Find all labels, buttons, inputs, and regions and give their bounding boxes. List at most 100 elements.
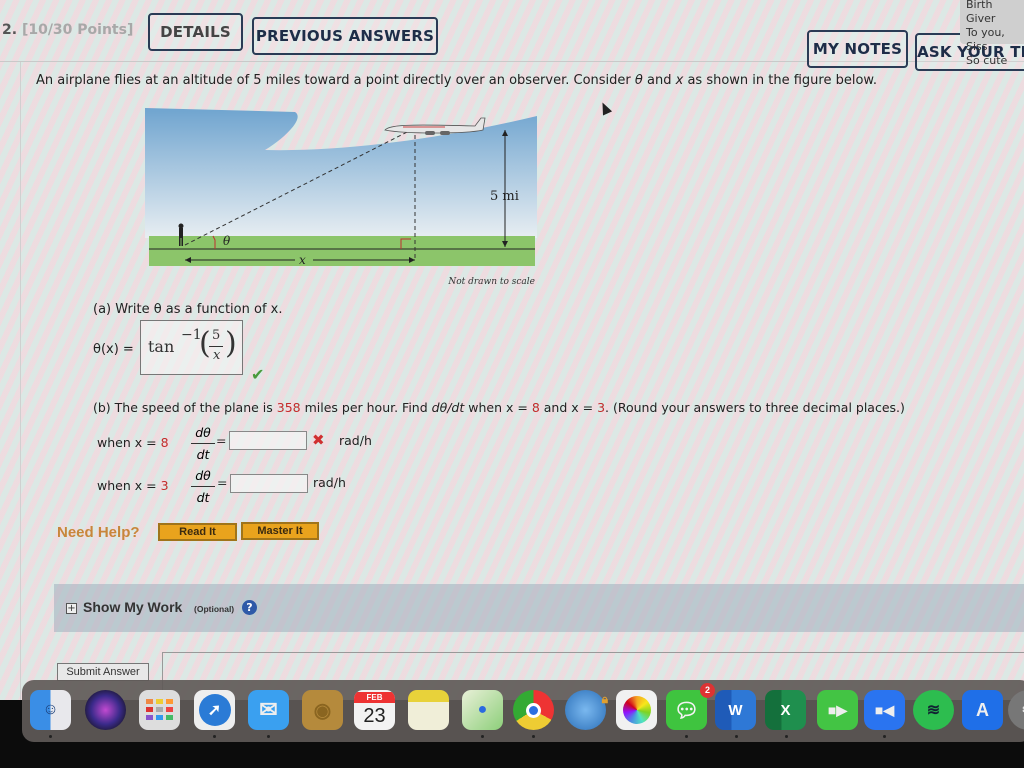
running-indicator	[685, 735, 688, 738]
running-indicator	[785, 735, 788, 738]
show-my-work-title[interactable]: Show My Work	[83, 599, 182, 615]
fraction-bar	[209, 346, 223, 347]
details-button[interactable]: DETAILS	[148, 13, 243, 51]
fraction-numerator: dθ	[195, 425, 211, 440]
correct-check-icon: ✔	[251, 365, 265, 384]
theta-label: θ	[223, 234, 231, 248]
part-a-label: (a) Write θ as a function of x.	[93, 302, 283, 317]
equals-sign: =	[217, 475, 228, 490]
calendar-month: FEB	[354, 691, 395, 703]
fraction-denominator: dt	[196, 490, 210, 505]
notification-banner[interactable]: Birth Giver To you, Siss So cute	[960, 0, 1024, 67]
part-b-text: when x =	[464, 400, 532, 415]
master-it-button[interactable]: Master It	[241, 522, 319, 540]
notification-title: Birth Giver	[966, 0, 996, 25]
running-indicator	[883, 735, 886, 738]
answer-tan: tan	[148, 337, 175, 356]
part-b-text: . (Round your answers to three decimal p…	[605, 400, 905, 415]
messages-icon[interactable]: 💬︎ 2	[666, 683, 715, 730]
running-indicator	[532, 735, 535, 738]
finder-icon[interactable]: ☺	[30, 690, 71, 730]
app-store-icon[interactable]: A	[962, 690, 1003, 730]
running-indicator	[481, 735, 484, 738]
maps-icon[interactable]: ●	[462, 690, 503, 730]
part-b-text: and x =	[539, 400, 598, 415]
read-it-button[interactable]: Read It	[158, 523, 237, 541]
prompt-text: An airplane flies at an altitude of 5 mi…	[36, 73, 635, 88]
right-paren: )	[225, 326, 237, 361]
part-a-answer-box[interactable]: tan −1 ( 5 x )	[140, 320, 243, 375]
system-preferences-icon[interactable]: ⚙	[1008, 690, 1024, 730]
zoom-icon[interactable]: ■◀	[864, 690, 905, 730]
answer-denominator: x	[213, 348, 221, 363]
unit-label: rad/h	[339, 433, 372, 448]
mail-icon[interactable]: ✉	[248, 690, 289, 730]
when-text: when x =	[97, 478, 161, 493]
altitude-label: 5 mi	[490, 189, 519, 204]
x2-value: 3	[597, 400, 606, 415]
theta-of-x-label: θ(x) =	[93, 342, 134, 357]
network-globe-lock-icon[interactable]: 🔒︎	[565, 690, 608, 730]
derivative-symbol: dθ/dt	[431, 400, 465, 415]
calendar-day: 23	[363, 704, 386, 727]
expand-icon[interactable]: +	[66, 603, 77, 614]
left-paren: (	[199, 326, 211, 361]
derivative-fraction: dθ dt	[191, 468, 215, 505]
prompt-text: as shown in the figure below.	[683, 73, 877, 88]
part-b-label: (b) The speed of the plane is 358 miles …	[93, 400, 905, 415]
fraction-bar	[191, 486, 215, 487]
notes-icon[interactable]	[408, 690, 449, 730]
speed-value: 358	[276, 400, 301, 415]
help-question-icon[interactable]: ?	[242, 600, 257, 615]
question-number: 2.	[2, 22, 18, 38]
contacts-icon[interactable]: ◉	[302, 690, 343, 730]
need-help-label: Need Help?	[57, 524, 140, 541]
incorrect-x-icon: ✖	[312, 431, 325, 449]
fraction-bar	[191, 443, 215, 444]
x-value: 3	[160, 478, 169, 493]
photos-icon[interactable]	[616, 690, 657, 730]
ground	[149, 236, 535, 266]
question-points: 2. [10/30 Points]	[2, 22, 133, 38]
part-b-text: (b) The speed of the plane is	[93, 400, 277, 415]
spotify-icon[interactable]: ≋	[913, 690, 954, 730]
running-indicator	[267, 735, 270, 738]
airplane-figure: 5 mi θ x Not drawn to scale	[145, 108, 537, 288]
fraction-denominator: dt	[196, 447, 210, 462]
launchpad-grid	[145, 699, 173, 720]
derivative-fraction: dθ dt	[191, 425, 215, 462]
notification-line1: To you, Siss	[966, 26, 1005, 53]
when-x8-label: when x = 8	[97, 435, 169, 450]
answer-input-x3[interactable]	[230, 474, 308, 493]
figure-svg: 5 mi θ x Not drawn to scale	[145, 108, 537, 287]
unit-label: rad/h	[313, 475, 346, 490]
safari-icon[interactable]: ➚	[194, 690, 235, 730]
show-my-work-panel[interactable]: + Show My Work (Optional) ?	[54, 584, 1024, 632]
figure-caption: Not drawn to scale	[447, 277, 535, 287]
macos-dock: ☺ ➚ ✉ ◉ FEB 23 ● 🔒︎ 💬︎ 2 W X ■▶ ■◀ ≋ A	[22, 680, 1024, 742]
answer-input-x8[interactable]	[229, 431, 307, 450]
previous-answers-button[interactable]: PREVIOUS ANSWERS	[252, 17, 438, 55]
excel-icon[interactable]: X	[765, 690, 806, 730]
fraction-numerator: dθ	[195, 468, 211, 483]
theta-symbol: θ	[634, 73, 643, 88]
messages-badge: 2	[700, 683, 715, 698]
question-content: An airplane flies at an altitude of 5 mi…	[20, 62, 1024, 700]
word-icon[interactable]: W	[715, 690, 756, 730]
when-text: when x =	[97, 435, 161, 450]
chrome-icon[interactable]	[513, 690, 554, 730]
problem-statement: An airplane flies at an altitude of 5 mi…	[36, 73, 877, 88]
running-indicator	[735, 735, 738, 738]
siri-icon[interactable]	[85, 690, 126, 730]
excel-letter: X	[780, 701, 791, 719]
calendar-icon[interactable]: FEB 23	[354, 690, 395, 730]
answer-numerator: 5	[212, 328, 221, 343]
part-b-text: miles per hour. Find	[300, 400, 432, 415]
browser-page: 2. [10/30 Points] DETAILS PREVIOUS ANSWE…	[0, 0, 1024, 700]
points-label: [10/30 Points]	[21, 22, 134, 38]
facetime-icon[interactable]: ■▶	[817, 690, 858, 730]
running-indicator	[213, 735, 216, 738]
submit-answer-button[interactable]: Submit Answer	[57, 663, 149, 681]
prompt-text: and	[642, 73, 676, 88]
launchpad-icon[interactable]	[139, 690, 180, 730]
